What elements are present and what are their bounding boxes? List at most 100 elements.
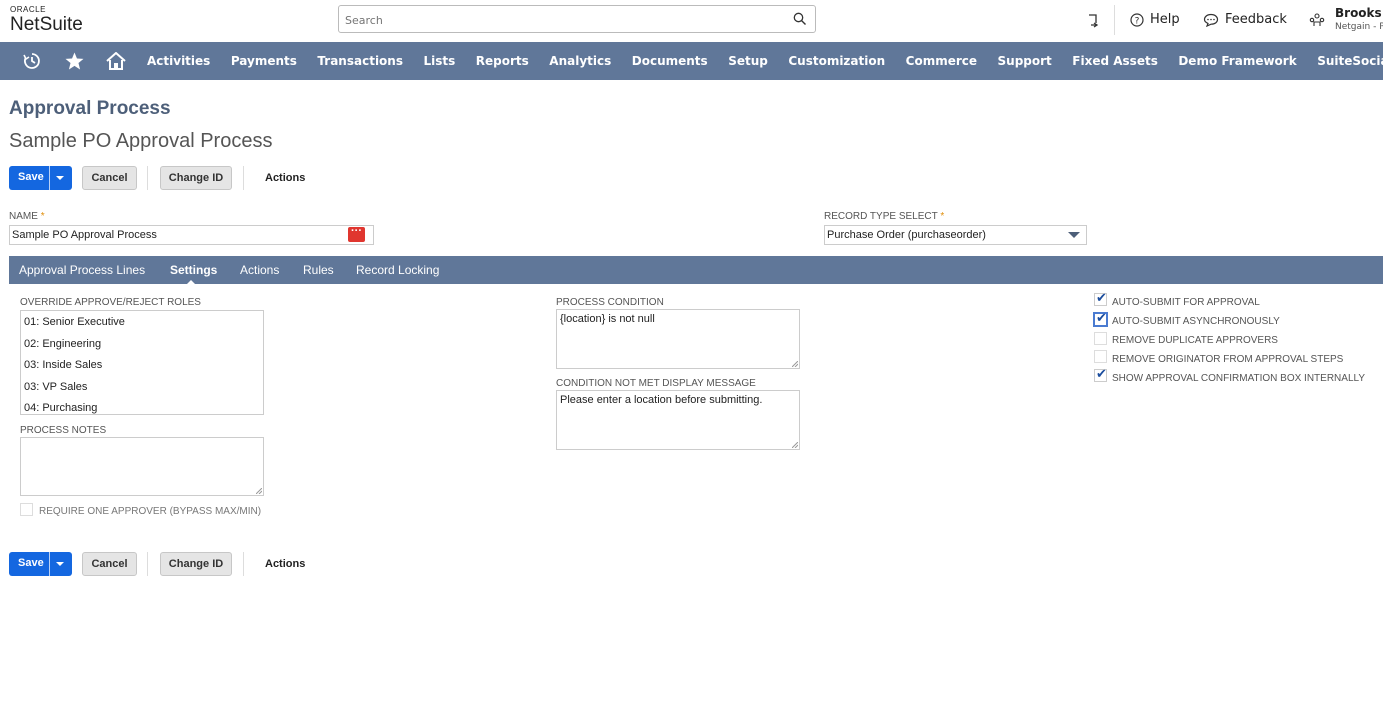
header-divider [1114,5,1115,35]
nav-item-activities[interactable]: Activities [147,54,210,68]
global-header: ORACLE NetSuite ? Help Feedback Brooks F… [0,0,1383,42]
nav-item-analytics[interactable]: Analytics [549,54,611,68]
nav-item-payments[interactable]: Payments [231,54,297,68]
resize-handle-icon[interactable] [256,488,262,494]
nav-item-commerce[interactable]: Commerce [906,54,977,68]
checkmark-icon: ✔ [1096,366,1107,381]
feedback-icon [1203,13,1219,27]
record-type-title: Approval Process [9,98,171,119]
nav-item-transactions[interactable]: Transactions [317,54,403,68]
save-options-caret-icon[interactable] [56,562,64,566]
resize-handle-icon[interactable] [792,442,798,448]
list-item[interactable]: 03: Inside Sales [24,359,102,371]
remove-duplicate-approvers-label: REMOVE DUPLICATE APPROVERS [1112,335,1278,346]
show-confirmation-label: SHOW APPROVAL CONFIRMATION BOX INTERNALL… [1112,373,1366,384]
name-field[interactable]: Sample PO Approval Process [9,225,374,245]
button-divider [243,552,244,576]
tab-settings[interactable]: Settings [170,263,217,277]
favorites-star-icon[interactable] [65,52,84,75]
help-link[interactable]: ? Help [1130,12,1180,27]
override-roles-listbox[interactable]: 01: Senior Executive 02: Engineering 03:… [20,310,264,415]
remove-originator-label: REMOVE ORIGINATOR FROM APPROVAL STEPS [1112,354,1344,365]
nav-item-setup[interactable]: Setup [728,54,768,68]
cancel-button[interactable]: Cancel [82,552,137,576]
help-label: Help [1150,12,1180,27]
nav-item-suitesocial[interactable]: SuiteSocial [1317,54,1383,68]
override-roles-label: OVERRIDE APPROVE/REJECT ROLES [20,297,201,308]
nav-item-lists[interactable]: Lists [423,54,455,68]
list-item[interactable]: 01: Senior Executive [24,316,125,328]
tab-approval-process-lines[interactable]: Approval Process Lines [19,263,145,277]
process-condition-field[interactable]: {location} is not null [556,309,800,369]
require-one-approver-checkbox[interactable] [20,503,33,516]
actions-menu[interactable]: Actions [265,558,305,570]
search-input[interactable] [343,10,777,30]
required-mark: * [940,211,945,222]
checkmark-icon: ✔ [1096,290,1107,305]
button-divider [243,166,244,190]
logo-oracle-text: ORACLE [10,5,46,14]
save-label: Save [18,557,44,569]
search-icon[interactable] [793,12,807,31]
global-search[interactable] [338,5,816,33]
netsuite-logo[interactable]: ORACLE NetSuite [10,5,83,36]
list-item[interactable]: 03: VP Sales [24,381,87,393]
nav-item-fixed-assets[interactable]: Fixed Assets [1072,54,1158,68]
feedback-link[interactable]: Feedback [1203,12,1287,27]
nav-menu: Activities Payments Transactions Lists Repor… [147,42,1383,80]
nav-item-customization[interactable]: Customization [788,54,885,68]
roles-icon[interactable] [1309,13,1325,27]
save-options-caret-icon[interactable] [56,176,64,180]
user-account: Netgain - P [1335,22,1383,32]
change-id-button[interactable]: Change ID [160,552,232,576]
svg-text:?: ? [1135,16,1140,26]
nav-item-documents[interactable]: Documents [632,54,708,68]
active-tab-pointer [186,280,196,285]
nav-item-reports[interactable]: Reports [476,54,529,68]
require-one-approver-label: REQUIRE ONE APPROVER (BYPASS MAX/MIN) [39,506,262,517]
page-title: Sample PO Approval Process [9,130,273,152]
home-icon[interactable] [106,51,126,75]
name-label: NAME * [9,211,45,222]
list-item[interactable]: 02: Engineering [24,338,101,350]
condition-message-field[interactable]: Please enter a location before submittin… [556,390,800,450]
record-type-label: RECORD TYPE SELECT * [824,211,945,222]
nav-item-demo-framework[interactable]: Demo Framework [1178,54,1296,68]
change-id-button[interactable]: Change ID [160,166,232,190]
record-type-select[interactable]: Purchase Order (purchaseorder) [824,225,1087,245]
nav-item-support[interactable]: Support [998,54,1052,68]
main-nav: Activities Payments Transactions Lists Repor… [0,42,1383,80]
condition-message-label: CONDITION NOT MET DISPLAY MESSAGE [556,378,756,389]
auto-submit-async-checkbox[interactable]: ✔ [1093,310,1108,327]
actions-menu[interactable]: Actions [265,172,305,184]
process-notes-field[interactable] [20,437,264,496]
recent-icon[interactable] [23,52,41,75]
remove-originator-checkbox[interactable] [1094,350,1107,363]
save-button[interactable]: Save [9,552,72,576]
checkmark-icon: ✔ [1096,310,1107,325]
button-divider [147,552,148,576]
save-button[interactable]: Save [9,166,72,190]
show-confirmation-checkbox[interactable]: ✔ [1094,366,1107,382]
resize-handle-icon[interactable] [792,361,798,367]
tab-actions[interactable]: Actions [240,263,279,277]
tab-record-locking[interactable]: Record Locking [356,263,439,277]
auto-submit-label: AUTO-SUBMIT FOR APPROVAL [1112,297,1260,308]
remove-duplicate-approvers-checkbox[interactable] [1094,332,1107,345]
process-notes-label: PROCESS NOTES [20,425,107,436]
subtab-bar: Approval Process Lines Settings Actions … [9,256,1383,284]
button-divider [147,166,148,190]
auto-submit-checkbox[interactable]: ✔ [1094,290,1107,306]
list-item[interactable]: 04: Purchasing [24,402,97,414]
user-name[interactable]: Brooks F [1335,6,1383,20]
recent-records-icon[interactable] [1086,12,1100,28]
dropdown-arrow-icon[interactable] [1068,232,1080,238]
feedback-label: Feedback [1225,12,1287,27]
required-mark: * [40,211,45,222]
save-label: Save [18,171,44,183]
tab-rules[interactable]: Rules [303,263,334,277]
process-condition-label: PROCESS CONDITION [556,297,664,308]
help-icon: ? [1130,12,1144,27]
translation-ellipsis-icon[interactable]: ··· [348,225,365,242]
cancel-button[interactable]: Cancel [82,166,137,190]
